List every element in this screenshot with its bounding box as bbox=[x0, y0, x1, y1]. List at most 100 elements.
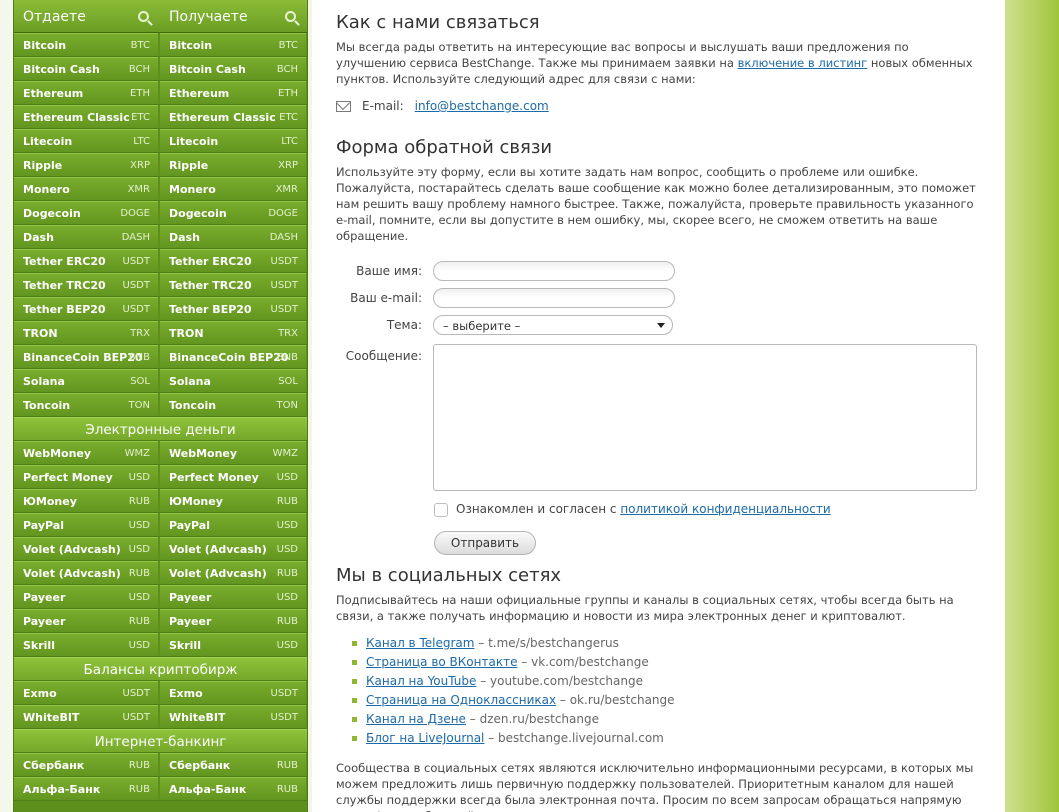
get-currency-item[interactable]: Toncoin TON bbox=[160, 393, 306, 416]
social-link[interactable]: Страница во ВКонтакте bbox=[366, 655, 517, 669]
social-link[interactable]: Канал на Дзене bbox=[366, 712, 466, 726]
give-currency-item[interactable]: Альфа-Банк RUB bbox=[14, 777, 158, 800]
give-currency-item[interactable]: Ripple XRP bbox=[14, 153, 158, 176]
social-link[interactable]: Канал на YouTube bbox=[366, 674, 476, 688]
get-currency-item[interactable]: Monero XMR bbox=[160, 177, 306, 200]
give-currency-item[interactable]: WhiteBIT USDT bbox=[14, 705, 158, 728]
get-currency-item[interactable]: Volet (Advcash) RUB bbox=[160, 561, 306, 584]
get-currency-item[interactable]: Сбербанк RUB bbox=[160, 753, 306, 776]
currency-code: RUB bbox=[276, 616, 298, 627]
give-currency-item[interactable]: WebMoney WMZ bbox=[14, 441, 158, 464]
get-currency-item[interactable]: Payeer USD bbox=[160, 585, 306, 608]
social-link-item: Канал на YouTube – youtube.com/bestchang… bbox=[352, 674, 979, 693]
currency-code: USD bbox=[276, 472, 298, 483]
get-currency-item[interactable]: Payeer RUB bbox=[160, 609, 306, 632]
get-currency-item[interactable]: Tether ERC20 USDT bbox=[160, 249, 306, 272]
give-currency-item[interactable]: Payeer RUB bbox=[14, 609, 158, 632]
get-currency-item[interactable]: Perfect Money USD bbox=[160, 465, 306, 488]
currency-selector-panel: Отдаете Получаете Bitcoin BTC Bitcoin BTC Bi… bbox=[13, 0, 308, 812]
get-currency-item[interactable]: TRON TRX bbox=[160, 321, 306, 344]
get-currency-item[interactable]: Ripple XRP bbox=[160, 153, 306, 176]
currency-row: ЮMoney RUB ЮMoney RUB bbox=[14, 489, 307, 513]
currency-row: Ethereum ETH Ethereum ETH bbox=[14, 81, 307, 105]
currency-code: XMR bbox=[275, 184, 298, 195]
name-input[interactable] bbox=[433, 261, 675, 281]
give-currency-item[interactable]: Ethereum ETH bbox=[14, 81, 158, 104]
message-label: Сообщение: bbox=[345, 349, 422, 363]
give-currency-item[interactable]: PayPal USD bbox=[14, 513, 158, 536]
currency-name: Skrill bbox=[23, 639, 55, 652]
give-currency-item[interactable]: Tether TRC20 USDT bbox=[14, 273, 158, 296]
currency-name: Litecoin bbox=[23, 135, 73, 148]
currency-name: WebMoney bbox=[23, 447, 92, 460]
get-currency-item[interactable]: Альфа-Банк RUB bbox=[160, 777, 306, 800]
give-currency-item[interactable]: Perfect Money USD bbox=[14, 465, 158, 488]
give-currency-item[interactable]: Litecoin LTC bbox=[14, 129, 158, 152]
give-currency-item[interactable]: Volet (Advcash) RUB bbox=[14, 561, 158, 584]
topic-select[interactable]: – выберите – bbox=[433, 315, 673, 335]
currency-row: BinanceCoin BEP20 BNB BinanceCoin BEP20 BNB bbox=[14, 345, 307, 369]
get-currency-item[interactable]: Tether BEP20 USDT bbox=[160, 297, 306, 320]
currency-name: Ripple bbox=[23, 159, 63, 172]
currency-code: USDT bbox=[270, 280, 298, 291]
get-currency-item[interactable]: BinanceCoin BEP20 BNB bbox=[160, 345, 306, 368]
currency-code: BTC bbox=[278, 40, 298, 51]
give-currency-item[interactable]: Tether BEP20 USDT bbox=[14, 297, 158, 320]
give-currency-item[interactable]: Volet (Advcash) USD bbox=[14, 537, 158, 560]
give-currency-item[interactable]: Dogecoin DOGE bbox=[14, 201, 158, 224]
submit-button[interactable]: Отправить bbox=[434, 531, 536, 555]
currency-code: RUB bbox=[128, 760, 150, 771]
search-icon[interactable] bbox=[285, 11, 296, 22]
give-currency-item[interactable]: Exmo USDT bbox=[14, 681, 158, 704]
email-field[interactable] bbox=[433, 288, 675, 308]
give-currency-item[interactable]: BinanceCoin BEP20 BNB bbox=[14, 345, 158, 368]
get-currency-item[interactable]: ЮMoney RUB bbox=[160, 489, 306, 512]
get-currency-item[interactable]: Dogecoin DOGE bbox=[160, 201, 306, 224]
get-currency-item[interactable]: Ethereum ETH bbox=[160, 81, 306, 104]
get-currency-item[interactable]: Skrill USD bbox=[160, 633, 306, 656]
give-currency-item[interactable]: Ethereum Classic ETC bbox=[14, 105, 158, 128]
get-currency-item[interactable]: Litecoin LTC bbox=[160, 129, 306, 152]
give-currency-item[interactable]: Payeer USD bbox=[14, 585, 158, 608]
consent-checkbox[interactable] bbox=[434, 503, 448, 517]
currency-group-header: Электронные деньги bbox=[14, 417, 307, 441]
currency-code: DASH bbox=[269, 232, 298, 243]
give-currency-item[interactable]: Сбербанк RUB bbox=[14, 753, 158, 776]
feedback-title: Форма обратной связи bbox=[336, 137, 553, 158]
privacy-policy-link[interactable]: политикой конфиденциальности bbox=[620, 502, 830, 516]
currency-name: Dogecoin bbox=[23, 207, 81, 220]
give-currency-item[interactable]: ЮMoney RUB bbox=[14, 489, 158, 512]
currency-row: PayPal USD PayPal USD bbox=[14, 513, 307, 537]
message-textarea[interactable] bbox=[433, 344, 977, 491]
get-currency-item[interactable]: PayPal USD bbox=[160, 513, 306, 536]
social-link[interactable]: Канал в Telegram bbox=[366, 636, 474, 650]
currency-code: USD bbox=[128, 472, 150, 483]
get-currency-item[interactable]: Exmo USDT bbox=[160, 681, 306, 704]
search-icon[interactable] bbox=[138, 11, 149, 22]
get-currency-item[interactable]: Dash DASH bbox=[160, 225, 306, 248]
give-currency-item[interactable]: Solana SOL bbox=[14, 369, 158, 392]
give-currency-item[interactable]: Toncoin TON bbox=[14, 393, 158, 416]
give-currency-item[interactable]: Skrill USD bbox=[14, 633, 158, 656]
social-link[interactable]: Страница на Одноклассниках bbox=[366, 693, 556, 707]
get-currency-item[interactable]: Ethereum Classic ETC bbox=[160, 105, 306, 128]
email-link[interactable]: info@bestchange.com bbox=[415, 99, 549, 113]
give-currency-item[interactable]: TRON TRX bbox=[14, 321, 158, 344]
give-currency-item[interactable]: Bitcoin Cash BCH bbox=[14, 57, 158, 80]
get-currency-item[interactable]: Bitcoin Cash BCH bbox=[160, 57, 306, 80]
give-currency-item[interactable]: Bitcoin BTC bbox=[14, 33, 158, 56]
get-currency-item[interactable]: WebMoney WMZ bbox=[160, 441, 306, 464]
currency-row: Exmo USDT Exmo USDT bbox=[14, 681, 307, 705]
give-currency-item[interactable]: Dash DASH bbox=[14, 225, 158, 248]
social-link[interactable]: Блог на LiveJournal bbox=[366, 731, 484, 745]
give-currency-item[interactable]: Tether ERC20 USDT bbox=[14, 249, 158, 272]
listing-link[interactable]: включение в листинг bbox=[738, 56, 868, 70]
currency-name: Monero bbox=[23, 183, 70, 196]
get-currency-item[interactable]: Volet (Advcash) USD bbox=[160, 537, 306, 560]
get-currency-item[interactable]: Tether TRC20 USDT bbox=[160, 273, 306, 296]
get-currency-item[interactable]: Solana SOL bbox=[160, 369, 306, 392]
currency-code: WMZ bbox=[124, 448, 150, 459]
get-currency-item[interactable]: WhiteBIT USDT bbox=[160, 705, 306, 728]
give-currency-item[interactable]: Monero XMR bbox=[14, 177, 158, 200]
get-currency-item[interactable]: Bitcoin BTC bbox=[160, 33, 306, 56]
